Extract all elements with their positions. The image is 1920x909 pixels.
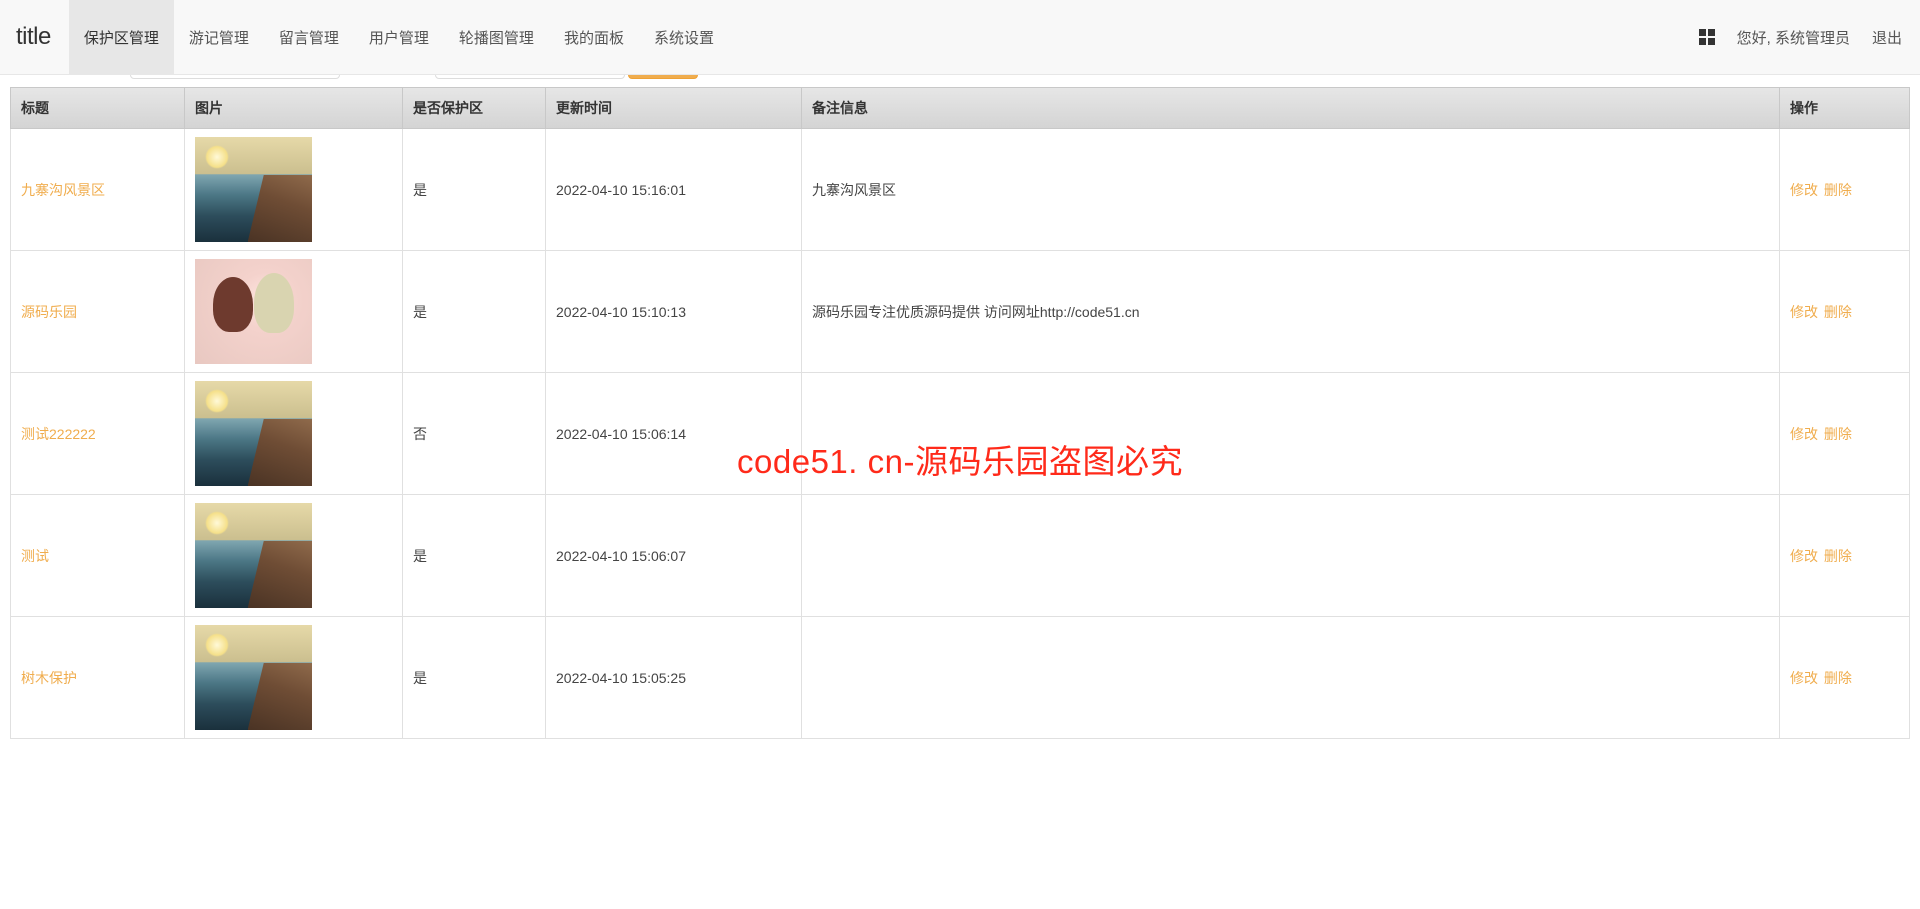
nav-item-2[interactable]: 留言管理	[264, 0, 354, 74]
greeting-text: 您好, 系统管理员	[1737, 27, 1850, 48]
edit-link[interactable]: 修改	[1790, 304, 1818, 320]
row-updated: 2022-04-10 15:16:01	[546, 129, 802, 251]
top-navbar: title 保护区管理游记管理留言管理用户管理轮播图管理我的面板系统设置 您好,…	[0, 0, 1920, 75]
table-row: 树木保护 是2022-04-10 15:05:25 修改 删除	[10, 617, 1910, 739]
table-row: 测试222222 否2022-04-10 15:06:14 修改 删除	[10, 373, 1910, 495]
filter-input-1[interactable]	[130, 75, 340, 79]
row-remark	[802, 617, 1780, 739]
row-protected: 是	[403, 129, 546, 251]
col-header-remark: 备注信息	[802, 87, 1780, 129]
row-title-link[interactable]: 树木保护	[21, 670, 77, 686]
row-remark: 九寨沟风景区	[802, 129, 1780, 251]
edit-link[interactable]: 修改	[1790, 670, 1818, 686]
nav-item-0[interactable]: 保护区管理	[69, 0, 174, 74]
row-remark	[802, 495, 1780, 617]
delete-link[interactable]: 删除	[1824, 304, 1852, 320]
row-updated: 2022-04-10 15:05:25	[546, 617, 802, 739]
delete-link[interactable]: 删除	[1824, 670, 1852, 686]
row-remark: 源码乐园专注优质源码提供 访问网址http://code51.cn	[802, 251, 1780, 373]
row-title-link[interactable]: 测试222222	[21, 426, 96, 442]
edit-link[interactable]: 修改	[1790, 548, 1818, 564]
nav-item-1[interactable]: 游记管理	[174, 0, 264, 74]
table-row: 测试 是2022-04-10 15:06:07 修改 删除	[10, 495, 1910, 617]
row-updated: 2022-04-10 15:06:07	[546, 495, 802, 617]
col-header-operate: 操作	[1780, 87, 1910, 129]
row-remark	[802, 373, 1780, 495]
brand-title: title	[16, 23, 51, 51]
row-title-link[interactable]: 测试	[21, 548, 49, 564]
col-header-update: 更新时间	[546, 87, 802, 129]
logout-link[interactable]: 退出	[1872, 27, 1902, 48]
grid-icon[interactable]	[1699, 29, 1715, 45]
edit-link[interactable]: 修改	[1790, 182, 1818, 198]
filter-row	[0, 75, 1920, 87]
row-protected: 是	[403, 251, 546, 373]
row-thumbnail	[195, 259, 312, 364]
row-updated: 2022-04-10 15:10:13	[546, 251, 802, 373]
table-row: 源码乐园 是2022-04-10 15:10:13源码乐园专注优质源码提供 访问网…	[10, 251, 1910, 373]
data-table: 标题 图片 是否保护区 更新时间 备注信息 操作 九寨沟风景区是2022-04-…	[10, 87, 1910, 739]
row-protected: 否	[403, 373, 546, 495]
delete-link[interactable]: 删除	[1824, 182, 1852, 198]
content-area: 标题 图片 是否保护区 更新时间 备注信息 操作 九寨沟风景区是2022-04-…	[0, 75, 1920, 909]
nav-item-3[interactable]: 用户管理	[354, 0, 444, 74]
row-protected: 是	[403, 617, 546, 739]
filter-input-2[interactable]	[435, 75, 625, 79]
row-thumbnail	[195, 137, 312, 242]
nav-item-6[interactable]: 系统设置	[639, 0, 729, 74]
delete-link[interactable]: 删除	[1824, 426, 1852, 442]
row-updated: 2022-04-10 15:06:14	[546, 373, 802, 495]
row-title-link[interactable]: 源码乐园	[21, 304, 77, 320]
col-header-title: 标题	[10, 87, 185, 129]
row-protected: 是	[403, 495, 546, 617]
nav-right: 您好, 系统管理员 退出	[1699, 27, 1902, 48]
col-header-protect: 是否保护区	[403, 87, 546, 129]
nav-item-5[interactable]: 我的面板	[549, 0, 639, 74]
table-row: 九寨沟风景区是2022-04-10 15:16:01九寨沟风景区修改 删除	[10, 129, 1910, 251]
row-thumbnail	[195, 381, 312, 486]
primary-nav: 保护区管理游记管理留言管理用户管理轮播图管理我的面板系统设置	[69, 0, 1699, 74]
col-header-image: 图片	[185, 87, 403, 129]
table-header: 标题 图片 是否保护区 更新时间 备注信息 操作	[10, 87, 1910, 129]
edit-link[interactable]: 修改	[1790, 426, 1818, 442]
row-thumbnail	[195, 625, 312, 730]
delete-link[interactable]: 删除	[1824, 548, 1852, 564]
row-title-link[interactable]: 九寨沟风景区	[21, 182, 105, 198]
table-body: 九寨沟风景区是2022-04-10 15:16:01九寨沟风景区修改 删除源码乐…	[10, 129, 1910, 739]
nav-item-4[interactable]: 轮播图管理	[444, 0, 549, 74]
search-button[interactable]	[628, 75, 698, 79]
row-thumbnail	[195, 503, 312, 608]
